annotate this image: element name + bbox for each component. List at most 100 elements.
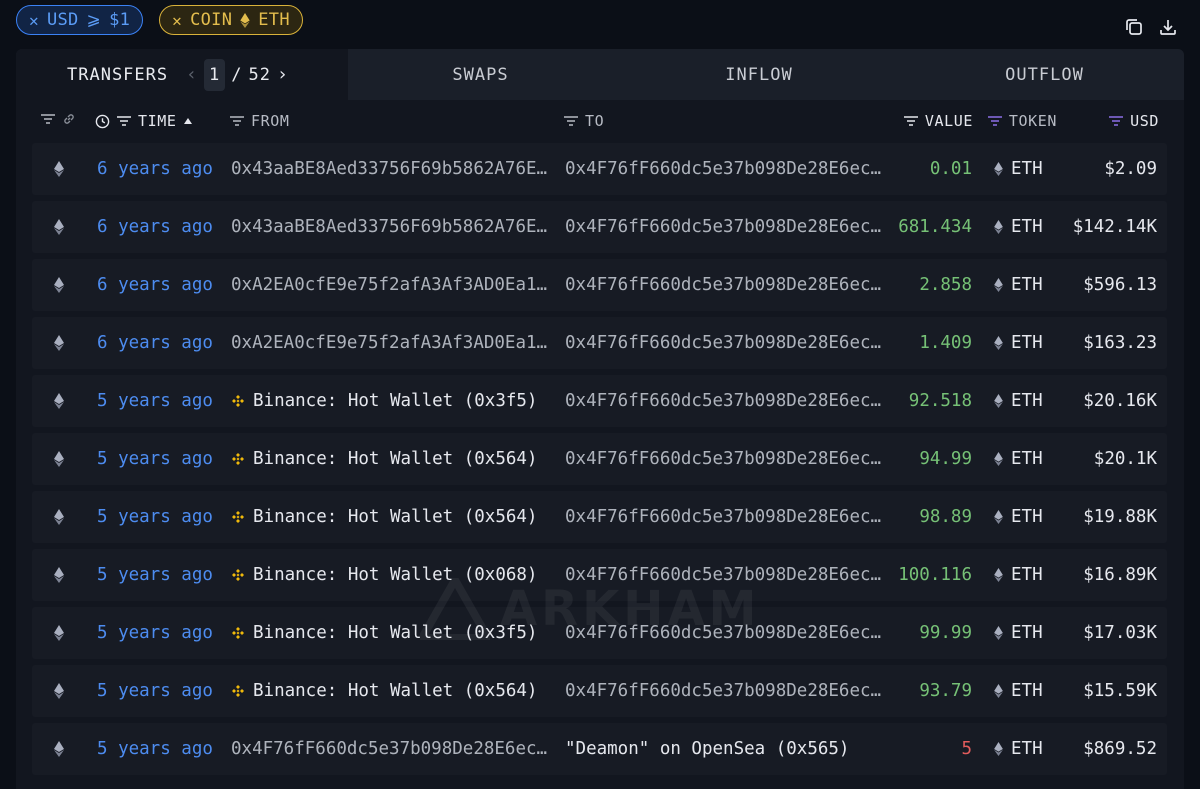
to-cell[interactable]: 0x4F76fF660dc5e37b098De28E6ec… [565,259,885,311]
table-row[interactable]: 6 years ago 0x43aaBE8Aed33756F69b5862A76… [32,201,1167,253]
table-row[interactable]: 5 years ago Binance: Hot Wallet (0x068) … [32,549,1167,601]
table-row[interactable]: 6 years ago 0xA2EA0cfE9e75f2afA3Af3AD0Ea… [32,259,1167,311]
to-cell[interactable]: 0x4F76fF660dc5e37b098De28E6ec… [565,665,885,717]
coin-filter-value: ETH [258,10,290,30]
chevron-left-icon[interactable]: ‹ [184,64,200,85]
from-cell[interactable]: 0x43aaBE8Aed33756F69b5862A76E… [231,143,551,195]
to-cell[interactable]: 0x4F76fF660dc5e37b098De28E6ec… [565,201,885,253]
transactions-panel: TRANSFERS ‹ 1 / 52 › SWAPS INFLOW OUTFLO… [16,49,1184,789]
filter-icon[interactable] [987,115,1003,127]
token-cell[interactable]: ETH [994,723,1043,775]
filter-icon[interactable] [563,115,579,127]
filter-icon[interactable] [229,115,245,127]
tab-swaps[interactable]: SWAPS [348,49,613,100]
table-row[interactable]: 6 years ago 0xA2EA0cfE9e75f2afA3Af3AD0Ea… [32,317,1167,369]
time-cell[interactable]: 5 years ago [97,549,213,601]
coin-filter-chip[interactable]: ✕ COIN ETH [159,5,303,35]
token-cell[interactable]: ETH [994,143,1043,195]
from-label: 0x4F76fF660dc5e37b098De28E6ec… [231,739,548,759]
filter-icon[interactable] [40,113,56,125]
to-label: 0x4F76fF660dc5e37b098De28E6ec… [565,333,882,353]
time-cell[interactable]: 5 years ago [97,607,213,659]
time-cell[interactable]: 5 years ago [97,723,213,775]
page-current[interactable]: 1 [203,58,226,91]
to-cell[interactable]: 0x4F76fF660dc5e37b098De28E6ec… [565,491,885,543]
table-row[interactable]: 5 years ago Binance: Hot Wallet (0x564) … [32,491,1167,543]
header-to[interactable]: TO [563,112,604,130]
from-cell[interactable]: Binance: Hot Wallet (0x3f5) [231,375,551,427]
to-cell[interactable]: 0x4F76fF660dc5e37b098De28E6ec… [565,143,885,195]
token-label: ETH [1011,391,1043,411]
from-cell[interactable]: Binance: Hot Wallet (0x3f5) [231,607,551,659]
token-cell[interactable]: ETH [994,317,1043,369]
token-label: ETH [1011,159,1043,179]
eth-icon [54,567,64,583]
token-cell[interactable]: ETH [994,259,1043,311]
from-cell[interactable]: Binance: Hot Wallet (0x564) [231,433,551,485]
time-cell[interactable]: 6 years ago [97,317,213,369]
table-row[interactable]: 5 years ago Binance: Hot Wallet (0x3f5) … [32,607,1167,659]
from-cell[interactable]: 0xA2EA0cfE9e75f2afA3Af3AD0Ea1… [231,317,551,369]
filter-icon[interactable] [116,115,132,127]
header-link-filter[interactable] [40,112,76,126]
to-cell[interactable]: 0x4F76fF660dc5e37b098De28E6ec… [565,375,885,427]
from-cell[interactable]: Binance: Hot Wallet (0x564) [231,665,551,717]
header-value[interactable]: VALUE [903,112,973,130]
close-icon[interactable]: ✕ [29,11,39,30]
token-cell[interactable]: ETH [994,201,1043,253]
chain-cell [54,491,64,543]
tab-bar: TRANSFERS ‹ 1 / 52 › SWAPS INFLOW OUTFLO… [16,49,1184,100]
from-label: Binance: Hot Wallet (0x3f5) [253,623,538,643]
time-cell[interactable]: 5 years ago [97,665,213,717]
value-cell: 5 [961,739,972,759]
from-cell[interactable]: Binance: Hot Wallet (0x068) [231,549,551,601]
token-cell[interactable]: ETH [994,433,1043,485]
token-cell[interactable]: ETH [994,549,1043,601]
header-from[interactable]: FROM [229,112,290,130]
to-label: "Deamon" on OpenSea (0x565) [565,739,850,759]
table-row[interactable]: 6 years ago 0x43aaBE8Aed33756F69b5862A76… [32,143,1167,195]
to-cell[interactable]: "Deamon" on OpenSea (0x565) [565,723,885,775]
table-row[interactable]: 5 years ago 0x4F76fF660dc5e37b098De28E6e… [32,723,1167,775]
from-cell[interactable]: 0xA2EA0cfE9e75f2afA3Af3AD0Ea1… [231,259,551,311]
token-cell[interactable]: ETH [994,491,1043,543]
to-cell[interactable]: 0x4F76fF660dc5e37b098De28E6ec… [565,317,885,369]
header-token[interactable]: TOKEN [987,112,1057,130]
from-cell[interactable]: 0x43aaBE8Aed33756F69b5862A76E… [231,201,551,253]
to-cell[interactable]: 0x4F76fF660dc5e37b098De28E6ec… [565,607,885,659]
usd-cell: $17.03K [1083,623,1157,643]
tab-inflow[interactable]: INFLOW [613,49,905,100]
to-cell[interactable]: 0x4F76fF660dc5e37b098De28E6ec… [565,549,885,601]
time-cell[interactable]: 5 years ago [97,375,213,427]
time-cell[interactable]: 6 years ago [97,259,213,311]
tab-transfers[interactable]: TRANSFERS ‹ 1 / 52 › [16,49,348,100]
token-cell[interactable]: ETH [994,375,1043,427]
chevron-right-icon[interactable]: › [275,64,291,85]
filter-icon[interactable] [903,115,919,127]
time-cell[interactable]: 5 years ago [97,491,213,543]
tab-outflow[interactable]: OUTFLOW [905,49,1184,100]
header-usd[interactable]: USD [1108,112,1159,130]
table-row[interactable]: 5 years ago Binance: Hot Wallet (0x3f5) … [32,375,1167,427]
download-icon[interactable] [1158,17,1178,37]
filter-icon[interactable] [1108,115,1124,127]
time-cell[interactable]: 6 years ago [97,201,213,253]
header-time[interactable]: TIME [95,112,193,130]
time-cell[interactable]: 5 years ago [97,433,213,485]
chain-cell [54,433,64,485]
table-row[interactable]: 5 years ago Binance: Hot Wallet (0x564) … [32,433,1167,485]
chain-cell [54,259,64,311]
token-cell[interactable]: ETH [994,607,1043,659]
token-cell[interactable]: ETH [994,665,1043,717]
from-cell[interactable]: Binance: Hot Wallet (0x564) [231,491,551,543]
table-row[interactable]: 5 years ago Binance: Hot Wallet (0x564) … [32,665,1167,717]
sort-up-icon[interactable] [183,117,193,125]
eth-icon [54,393,64,409]
close-icon[interactable]: ✕ [172,11,182,30]
to-cell[interactable]: 0x4F76fF660dc5e37b098De28E6ec… [565,433,885,485]
usd-filter-chip[interactable]: ✕ USD ⩾ $1 [16,5,144,35]
time-cell[interactable]: 6 years ago [97,143,213,195]
to-label: 0x4F76fF660dc5e37b098De28E6ec… [565,681,882,701]
copy-icon[interactable] [1124,17,1144,37]
from-cell[interactable]: 0x4F76fF660dc5e37b098De28E6ec… [231,723,551,775]
